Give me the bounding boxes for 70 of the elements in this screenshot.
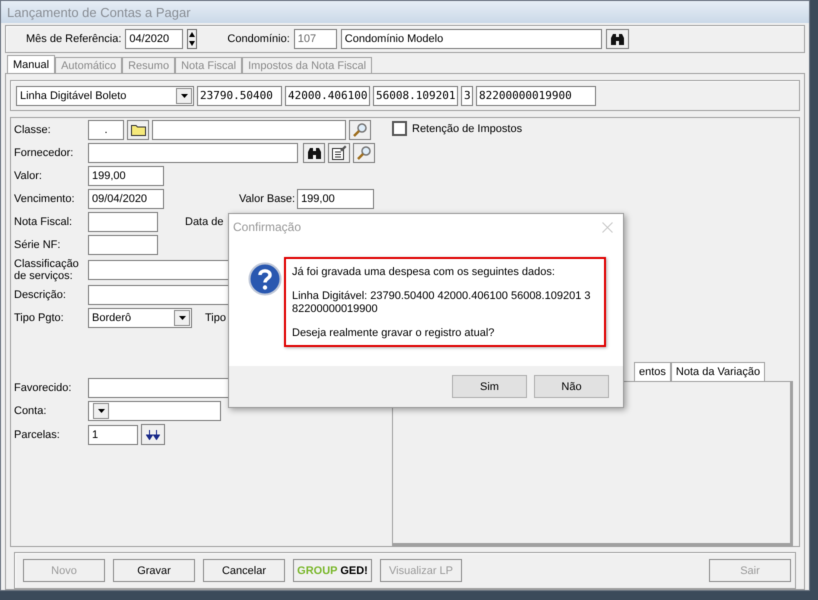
dropdown-arrow-icon (178, 316, 186, 320)
dropdown[interactable]: Linha Digitável Boleto (16, 86, 194, 106)
field-label: Valor Base: (239, 193, 296, 205)
input-field[interactable]: 3 (461, 86, 473, 106)
input-field[interactable] (88, 235, 158, 255)
logo-button[interactable]: GROUP GED! (293, 559, 372, 582)
tab[interactable]: entos (634, 362, 671, 381)
checkbox[interactable] (392, 121, 407, 136)
input-field[interactable]: 1 (88, 424, 138, 444)
input-field[interactable]: 199,00 (88, 166, 164, 186)
search-button[interactable] (353, 143, 375, 163)
expand-button[interactable] (141, 424, 165, 445)
field-label: Tipo (205, 312, 226, 324)
find-button[interactable] (303, 143, 325, 163)
checkbox-label: Retenção de Impostos (412, 122, 522, 134)
field-label: Mês de Referência: (26, 33, 122, 46)
form-button[interactable] (328, 143, 350, 163)
field-label: Condomínio: (227, 33, 290, 46)
field-label: Conta: (14, 405, 48, 417)
field-label: Data de (185, 216, 224, 228)
double-down-arrow-icon (146, 430, 160, 440)
input-field[interactable]: . (88, 120, 124, 140)
field-label: Valor: (14, 170, 43, 182)
field-label: Fornecedor: (14, 147, 74, 159)
window-title: Lançamento de Contas a Pagar (7, 4, 191, 20)
dropdown[interactable]: Borderô (88, 308, 192, 328)
input-field[interactable]: 56008.109201 (373, 86, 458, 106)
message-text: Já foi gravada uma despesa com os seguintes dados: (292, 266, 556, 279)
dropdown[interactable] (88, 401, 221, 421)
spinner-icon[interactable] (187, 29, 198, 50)
input-field[interactable] (152, 120, 346, 140)
input-field[interactable]: 82200000019900 (476, 86, 596, 106)
action-button[interactable]: Gravar (113, 559, 195, 582)
input-field[interactable]: Condomínio Modelo (340, 29, 602, 50)
input-field[interactable] (88, 212, 158, 232)
binoculars-icon (610, 32, 625, 46)
folder-button[interactable] (127, 120, 149, 140)
input-field[interactable]: 04/2020 (125, 29, 184, 50)
input-field[interactable]: 199,00 (297, 189, 374, 209)
action-button[interactable]: Cancelar (203, 559, 285, 582)
field-label: Série NF: (14, 239, 62, 251)
question-icon (248, 262, 282, 296)
input-field[interactable] (88, 143, 298, 163)
field-label: Parcelas: (14, 428, 61, 440)
input-field[interactable]: 42000.406100 (285, 86, 370, 106)
form-icon (331, 145, 347, 161)
field-label: Nota Fiscal: (14, 216, 74, 228)
message-text: Linha Digitável: 23790.50400 42000.406100 56008.109201 3 82200000019900 (292, 290, 592, 316)
dropdown-arrow-icon (180, 94, 188, 98)
dialog-button[interactable]: Não (534, 375, 609, 398)
folder-icon (130, 124, 146, 136)
tab[interactable]: Nota da Variação (670, 362, 766, 381)
field-label: Descrição: (14, 289, 67, 301)
dialog-title: Confirmação (233, 220, 302, 234)
search-button[interactable] (349, 120, 371, 140)
input-field[interactable]: 23790.50400 (197, 86, 282, 106)
find-button[interactable] (606, 29, 629, 50)
search-icon (352, 122, 368, 138)
input-field[interactable]: 09/04/2020 (88, 189, 164, 209)
field-label: Vencimento: (14, 193, 76, 205)
dialog-button[interactable]: Sim (452, 375, 527, 398)
field-label: Favorecido: (14, 382, 72, 394)
dropdown-arrow-icon (98, 409, 104, 413)
tab[interactable]: Manual (7, 55, 56, 73)
field-label: Classificação de serviços: (14, 258, 80, 282)
field-label: Tipo Pgto: (14, 312, 65, 324)
message-text: Deseja realmente gravar o registro atual? (292, 327, 496, 340)
binoculars-icon (306, 146, 322, 160)
field-label: Classe: (14, 124, 52, 136)
search-icon (356, 145, 372, 161)
